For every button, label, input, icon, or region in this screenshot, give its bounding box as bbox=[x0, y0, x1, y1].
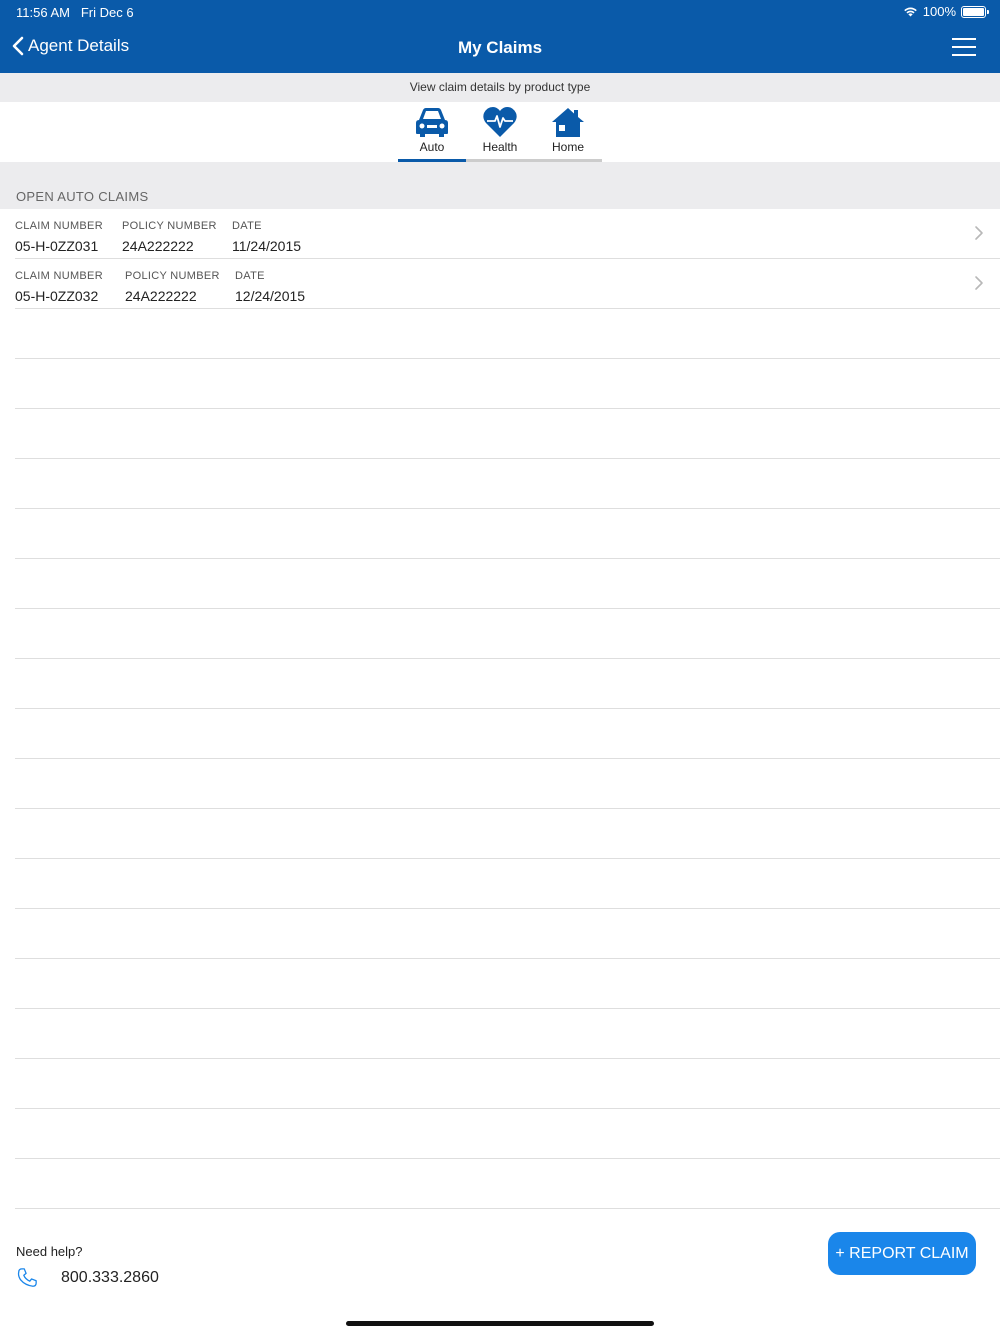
claim-row[interactable]: CLAIM NUMBER 05-H-0ZZ031 POLICY NUMBER 2… bbox=[15, 209, 1000, 259]
empty-row bbox=[15, 1109, 1000, 1159]
claim-number: 05-H-0ZZ031 bbox=[15, 238, 99, 254]
empty-row bbox=[15, 1009, 1000, 1059]
status-time: 11:56 AM Fri Dec 6 bbox=[16, 5, 134, 20]
heart-pulse-icon bbox=[483, 107, 517, 137]
tab-home-label: Home bbox=[551, 140, 584, 154]
claim-date: 12/24/2015 bbox=[235, 288, 306, 304]
tab-auto-label: Auto bbox=[419, 140, 445, 154]
date-cell: DATE 12/24/2015 bbox=[235, 270, 305, 304]
claim-row[interactable]: CLAIM NUMBER 05-H-0ZZ032 POLICY NUMBER 2… bbox=[15, 259, 1000, 309]
battery-percent: 100% bbox=[922, 4, 956, 19]
tab-health[interactable]: Health bbox=[466, 102, 534, 162]
empty-row bbox=[15, 959, 1000, 1009]
status-clock: 11:56 AM bbox=[16, 5, 70, 20]
empty-row bbox=[15, 309, 1000, 359]
empty-row bbox=[15, 709, 1000, 759]
section-header: OPEN AUTO CLAIMS bbox=[0, 162, 1000, 209]
date-header: DATE bbox=[235, 270, 265, 282]
claim-number-header: CLAIM NUMBER bbox=[15, 270, 103, 282]
empty-row bbox=[15, 459, 1000, 509]
phone-icon[interactable] bbox=[16, 1267, 38, 1289]
empty-row bbox=[15, 1159, 1000, 1209]
app-header: 11:56 AM Fri Dec 6 100% Agent Details My… bbox=[0, 0, 1000, 73]
battery-icon bbox=[961, 5, 989, 18]
empty-row bbox=[15, 759, 1000, 809]
empty-row bbox=[15, 909, 1000, 959]
claims-list: CLAIM NUMBER 05-H-0ZZ031 POLICY NUMBER 2… bbox=[0, 209, 1000, 1209]
wifi-icon bbox=[903, 7, 917, 17]
chevron-right-icon bbox=[975, 276, 983, 290]
policy-number-cell: POLICY NUMBER 24A222222 bbox=[122, 220, 217, 254]
empty-row bbox=[15, 609, 1000, 659]
empty-row bbox=[15, 509, 1000, 559]
policy-number-header: POLICY NUMBER bbox=[125, 270, 220, 282]
house-icon bbox=[552, 108, 584, 137]
claim-number-header: CLAIM NUMBER bbox=[15, 220, 103, 232]
help-text: Need help? bbox=[16, 1244, 83, 1259]
empty-row bbox=[15, 859, 1000, 909]
tab-home[interactable]: Home bbox=[534, 102, 602, 162]
empty-row bbox=[15, 559, 1000, 609]
report-claim-button[interactable]: + REPORT CLAIM bbox=[828, 1232, 976, 1275]
tab-auto[interactable]: Auto bbox=[398, 102, 466, 162]
home-indicator bbox=[346, 1321, 654, 1326]
policy-number: 24A222222 bbox=[125, 288, 197, 304]
empty-row bbox=[15, 409, 1000, 459]
page-title: My Claims bbox=[457, 38, 543, 57]
claim-date: 11/24/2015 bbox=[232, 238, 302, 254]
product-type-hint: View claim details by product type bbox=[0, 73, 1000, 102]
claim-number-cell: CLAIM NUMBER 05-H-0ZZ032 bbox=[15, 270, 103, 304]
policy-number: 24A222222 bbox=[122, 238, 194, 254]
empty-row bbox=[15, 809, 1000, 859]
policy-number-cell: POLICY NUMBER 24A222222 bbox=[125, 270, 220, 304]
status-date: Fri Dec 6 bbox=[80, 5, 134, 20]
policy-number-header: POLICY NUMBER bbox=[122, 220, 217, 232]
chevron-right-icon bbox=[975, 226, 983, 240]
status-indicators: 100% bbox=[903, 4, 989, 19]
empty-row bbox=[15, 359, 1000, 409]
empty-row bbox=[15, 1059, 1000, 1109]
car-icon bbox=[416, 108, 448, 137]
empty-row bbox=[15, 659, 1000, 709]
phone-number-link[interactable]: 800.333.2860 bbox=[61, 1269, 159, 1287]
empty-rows bbox=[0, 309, 1000, 1209]
claim-number-cell: CLAIM NUMBER 05-H-0ZZ031 bbox=[15, 220, 103, 254]
hamburger-menu-icon[interactable] bbox=[952, 37, 976, 57]
section-title: OPEN AUTO CLAIMS bbox=[16, 189, 149, 204]
tab-health-label: Health bbox=[482, 140, 518, 154]
date-header: DATE bbox=[232, 220, 262, 232]
product-tabs: Auto Health Home bbox=[0, 102, 1000, 162]
claim-number: 05-H-0ZZ032 bbox=[15, 288, 99, 304]
date-cell: DATE 11/24/2015 bbox=[232, 220, 301, 254]
